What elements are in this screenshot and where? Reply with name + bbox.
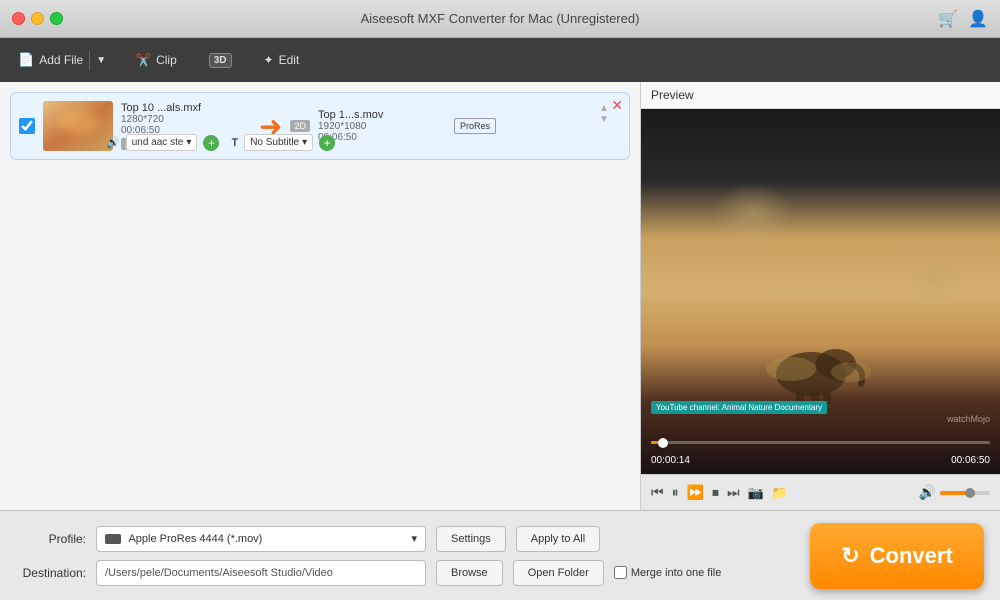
total-time: 00:06:50 <box>951 455 990 466</box>
main-content: Top 10 ...als.mxf 1280*720 00:06:50 2D ➜… <box>0 82 1000 510</box>
fast-forward-button[interactable]: ⏩ <box>687 484 704 501</box>
merge-checkbox[interactable] <box>614 566 627 579</box>
skip-back-button[interactable]: ⏮ <box>651 484 664 501</box>
control-buttons: ⏮ ⏸ ⏩ ⏹ ⏭ 📷 📁 <box>651 484 788 501</box>
bottom-bar: Profile: Apple ProRes 4444 (*.mov) ▾ Set… <box>0 510 1000 600</box>
video-overlay-text: YouTube channel: Animal Nature Documenta… <box>651 401 827 414</box>
volume-icon: 🔊 <box>919 484 936 501</box>
app-title: Aiseesoft MXF Converter for Mac (Unregis… <box>361 11 640 26</box>
open-folder-button[interactable]: Open Folder <box>513 560 604 586</box>
dust-effect-2 <box>904 255 964 305</box>
profile-value: Apple ProRes 4444 (*.mov) <box>128 533 262 545</box>
current-time: 00:00:14 <box>651 455 690 466</box>
dust-effect-1 <box>713 182 793 242</box>
minimize-window-button[interactable] <box>31 12 44 25</box>
video-background: YouTube channel: Animal Nature Documenta… <box>641 109 1000 474</box>
profile-dropdown-arrow: ▾ <box>411 532 417 545</box>
clip-icon: ✂️ <box>136 53 151 67</box>
volume-slider[interactable] <box>940 491 990 495</box>
traffic-lights <box>12 12 63 25</box>
video-progress-fill <box>651 441 663 444</box>
video-progress-bar[interactable] <box>651 441 990 444</box>
add-file-icon: 📄 <box>18 52 34 68</box>
dest-2d-badge: 2D <box>290 120 310 132</box>
cart-icon[interactable]: 🛒 <box>938 9 958 29</box>
profile-label: Profile: <box>16 532 86 546</box>
animal-silhouette <box>741 284 901 404</box>
subtitle-label: No Subtitle <box>250 137 299 148</box>
skip-forward-button[interactable]: ⏭ <box>727 484 740 501</box>
toolbar: 📄 Add File ▼ ✂️ Clip 3D ✦ Edit <box>0 38 1000 82</box>
edit-label: Edit <box>279 53 300 67</box>
destination-value: /Users/pele/Documents/Aiseesoft Studio/V… <box>105 567 333 579</box>
source-filename: Top 10 ...als.mxf <box>121 102 251 114</box>
watermark-text: watchMojo <box>947 414 990 424</box>
add-file-main[interactable]: 📄 Add File <box>12 48 89 72</box>
volume-thumb[interactable] <box>965 488 975 498</box>
apply-all-button[interactable]: Apply to All <box>516 526 600 552</box>
folder-button[interactable]: 📁 <box>772 485 788 501</box>
prores-badge[interactable]: ProRes <box>454 118 496 134</box>
settings-button[interactable]: Settings <box>436 526 506 552</box>
merge-label: Merge into one file <box>631 567 722 579</box>
audio-sub-row: 🔊 und aac ste ▾ + T No Subtitle ▾ + <box>106 134 589 151</box>
audio-dropdown-arrow: ▾ <box>186 137 191 148</box>
dest-2d-badge-area: 2D <box>290 120 310 132</box>
source-resolution: 1280*720 <box>121 114 251 125</box>
close-window-button[interactable] <box>12 12 25 25</box>
profile-select[interactable]: Apple ProRes 4444 (*.mov) ▾ <box>96 526 426 552</box>
3d-badge: 3D <box>209 53 232 68</box>
nav-up-icon[interactable]: ▲ <box>599 103 609 114</box>
player-controls: ⏮ ⏸ ⏩ ⏹ ⏭ 📷 📁 🔊 <box>641 474 1000 510</box>
convert-label: Convert <box>870 543 953 569</box>
merge-checkbox-area: Merge into one file <box>614 566 722 579</box>
add-subtitle-button[interactable]: + <box>319 135 335 151</box>
file-thumbnail <box>43 101 113 151</box>
subtitle-icon: T <box>231 137 238 149</box>
destination-input[interactable]: /Users/pele/Documents/Aiseesoft Studio/V… <box>96 560 426 586</box>
clip-label: Clip <box>156 53 177 67</box>
subtitle-dropdown-arrow: ▾ <box>302 137 307 148</box>
preview-video: YouTube channel: Animal Nature Documenta… <box>641 109 1000 474</box>
destination-label: Destination: <box>16 566 86 580</box>
file-item: Top 10 ...als.mxf 1280*720 00:06:50 2D ➜… <box>10 92 630 160</box>
clip-button[interactable]: ✂️ Clip <box>128 49 185 71</box>
file-checkbox[interactable] <box>19 118 35 134</box>
profile-icon: Apple ProRes 4444 (*.mov) <box>105 533 262 545</box>
preview-header: Preview <box>641 82 1000 109</box>
title-bar-icons: 🛒 👤 <box>938 9 988 29</box>
file-list-area: Top 10 ...als.mxf 1280*720 00:06:50 2D ➜… <box>0 82 640 510</box>
3d-button[interactable]: 3D <box>201 49 240 72</box>
preview-panel: Preview <box>640 82 1000 510</box>
edit-icon: ✦ <box>264 53 274 67</box>
add-file-button[interactable]: 📄 Add File ▼ <box>12 48 112 72</box>
nav-arrows: ▲ ▼ <box>599 103 609 125</box>
convert-button[interactable]: ↻ Convert <box>810 523 984 589</box>
dest-resolution: 1920*1080 <box>318 121 438 132</box>
subtitle-dropdown[interactable]: No Subtitle ▾ <box>244 134 313 151</box>
time-display: 00:00:14 00:06:50 <box>651 455 990 466</box>
title-bar: Aiseesoft MXF Converter for Mac (Unregis… <box>0 0 1000 38</box>
user-icon[interactable]: 👤 <box>968 9 988 29</box>
audio-dropdown[interactable]: und aac ste ▾ <box>126 134 198 151</box>
add-file-dropdown-arrow[interactable]: ▼ <box>89 51 112 70</box>
remove-file-button[interactable]: ✕ <box>611 97 623 114</box>
progress-thumb[interactable] <box>658 438 668 448</box>
screenshot-button[interactable]: 📷 <box>748 485 764 501</box>
pause-button[interactable]: ⏸ <box>672 484 679 501</box>
audio-icon: 🔊 <box>106 136 120 149</box>
dest-filename: Top 1...s.mov <box>318 109 438 121</box>
maximize-window-button[interactable] <box>50 12 63 25</box>
browse-button[interactable]: Browse <box>436 560 503 586</box>
stop-button[interactable]: ⏹ <box>712 484 719 501</box>
convert-icon: ↻ <box>841 543 859 569</box>
add-audio-button[interactable]: + <box>203 135 219 151</box>
volume-area: 🔊 <box>919 484 990 501</box>
audio-label: und aac ste <box>132 137 184 148</box>
add-file-label: Add File <box>39 53 83 67</box>
nav-down-icon[interactable]: ▼ <box>599 114 609 125</box>
edit-button[interactable]: ✦ Edit <box>256 49 308 71</box>
